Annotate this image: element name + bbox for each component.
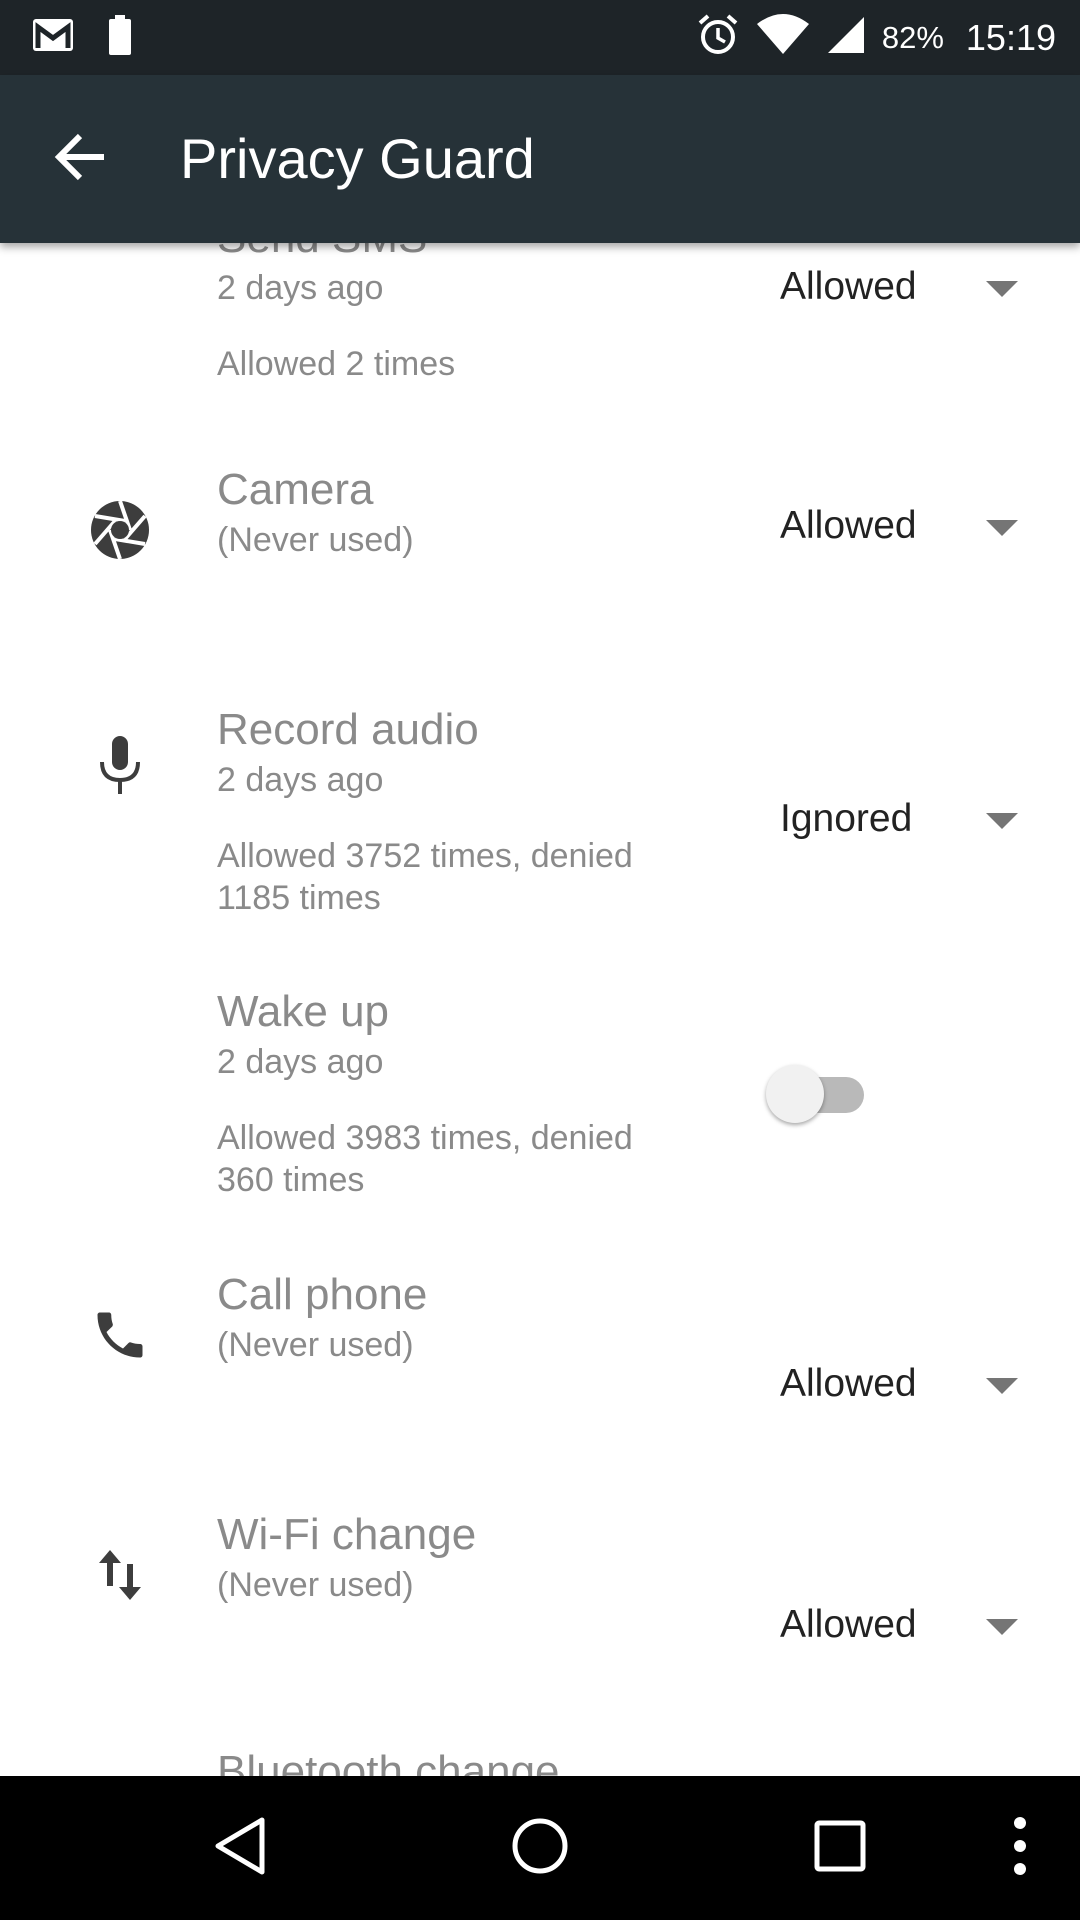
phone-icon [80, 1295, 160, 1375]
list-item-send-sms[interactable]: Send SMS 2 days ago Allowed 2 times Allo… [0, 243, 1080, 443]
wake-up-toggle[interactable] [766, 1063, 872, 1123]
permission-count: Allowed 3983 times, denied 360 times [217, 1119, 633, 1199]
dropdown-arrow-icon [986, 813, 1018, 829]
permission-mode-spinner[interactable]: Allowed [780, 255, 1040, 325]
app-toolbar: Privacy Guard [0, 75, 1080, 243]
list-item-wake-up[interactable]: Wake up 2 days ago Allowed 3983 times, d… [0, 975, 1080, 1255]
nav-home-button[interactable] [490, 1798, 590, 1898]
permission-mode-spinner[interactable]: Allowed [780, 1352, 1040, 1422]
switch-thumb [766, 1065, 824, 1123]
permission-title: Bluetooth change [217, 1747, 560, 1776]
dropdown-arrow-icon [986, 281, 1018, 297]
status-bar-system: 82% 15:19 [696, 0, 1056, 75]
dropdown-arrow-icon [986, 1378, 1018, 1394]
permission-mode-spinner[interactable]: Allowed [780, 494, 1040, 564]
alarm-icon [696, 13, 740, 62]
permission-title: Wi-Fi change [217, 1510, 477, 1559]
permission-last-used: 2 days ago [217, 1043, 384, 1081]
microphone-icon [80, 725, 160, 805]
permission-mode-spinner[interactable]: Allowed [780, 1593, 1040, 1663]
back-triangle-icon [212, 1816, 268, 1881]
back-button[interactable] [40, 119, 120, 199]
permission-last-used: 2 days ago [217, 269, 384, 307]
nav-recents-button[interactable] [790, 1798, 890, 1898]
permission-list[interactable]: Send SMS 2 days ago Allowed 2 times Allo… [0, 243, 1080, 1776]
dropdown-arrow-icon [986, 520, 1018, 536]
spinner-value: Allowed [780, 265, 917, 308]
spinner-value: Allowed [780, 504, 917, 547]
nav-back-button[interactable] [190, 1798, 290, 1898]
home-circle-icon [511, 1817, 569, 1880]
list-item-record-audio[interactable]: Record audio 2 days ago Allowed 3752 tim… [0, 693, 1080, 973]
spinner-value: Ignored [780, 797, 913, 840]
permission-count: Allowed 2 times [217, 345, 456, 383]
spinner-value: Allowed [780, 1603, 917, 1646]
arrow-back-icon [54, 133, 106, 186]
list-item-camera[interactable]: Camera (Never used) Allowed [0, 453, 1080, 693]
permission-last-used: (Never used) [217, 1326, 414, 1364]
swap-vertical-icon [80, 1535, 160, 1615]
overflow-menu-icon [1013, 1816, 1027, 1881]
permission-title: Record audio [217, 705, 479, 754]
permission-mode-spinner[interactable]: Ignored [780, 787, 1040, 857]
cell-signal-icon [826, 15, 866, 60]
dropdown-arrow-icon [986, 1619, 1018, 1635]
battery-percent: 82% [881, 19, 944, 55]
list-item-wifi-change[interactable]: Wi-Fi change (Never used) Allowed [0, 1498, 1080, 1738]
status-bar-notifications [32, 0, 132, 75]
list-item-call-phone[interactable]: Call phone (Never used) Allowed [0, 1258, 1080, 1498]
recents-square-icon [814, 1820, 866, 1877]
status-bar: 82% 15:19 [0, 0, 1080, 75]
spinner-value: Allowed [780, 1362, 917, 1405]
camera-shutter-icon [80, 490, 160, 570]
clock: 15:19 [965, 16, 1056, 58]
permission-title: Call phone [217, 1270, 428, 1319]
permission-title: Camera [217, 465, 374, 514]
permission-title: Send SMS [217, 243, 427, 263]
permission-last-used: (Never used) [217, 1566, 414, 1604]
wifi-icon [756, 14, 810, 61]
navigation-bar [0, 1776, 1080, 1920]
permission-last-used: 2 days ago [217, 761, 384, 799]
battery-notification-icon [108, 15, 132, 60]
permission-count: Allowed 3752 times, denied 1185 times [217, 837, 633, 917]
gmail-icon [32, 18, 74, 57]
page-title: Privacy Guard [180, 127, 535, 190]
permission-title: Wake up [217, 987, 390, 1036]
list-item-bluetooth-change[interactable]: Bluetooth change [0, 1735, 1080, 1776]
nav-overflow-button[interactable] [970, 1798, 1070, 1898]
permission-last-used: (Never used) [217, 521, 414, 559]
